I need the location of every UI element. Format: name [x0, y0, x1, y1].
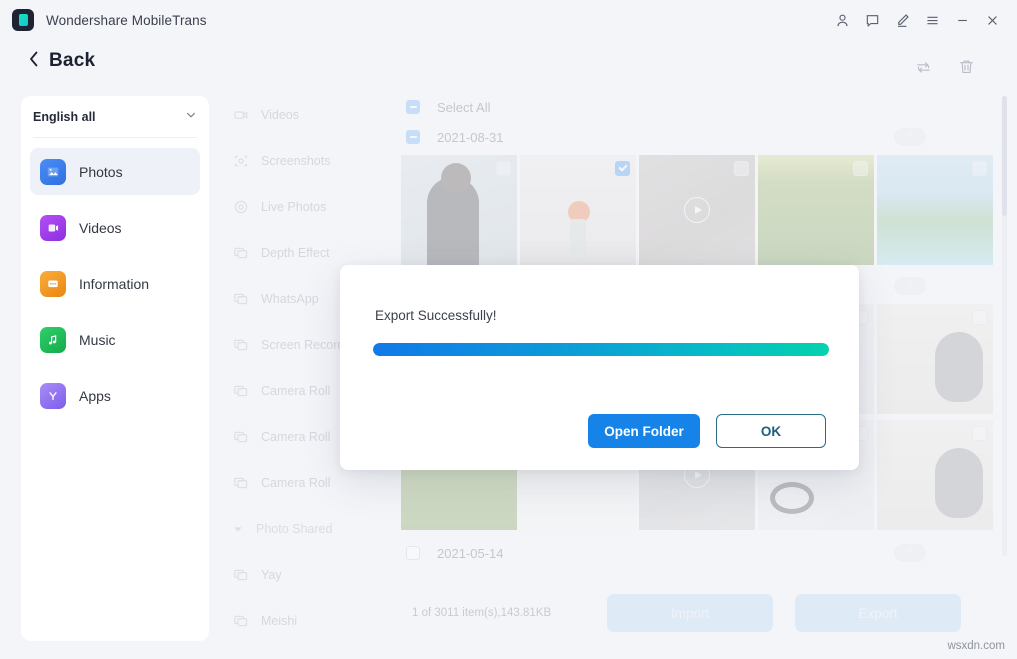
export-success-dialog: Export Successfully! Open Folder OK — [340, 265, 859, 470]
progress-bar-fill — [373, 343, 829, 356]
ok-button[interactable]: OK — [716, 414, 826, 448]
progress-bar — [373, 343, 829, 356]
dialog-actions: Open Folder OK — [588, 414, 826, 448]
open-folder-button[interactable]: Open Folder — [588, 414, 700, 448]
dialog-message: Export Successfully! — [375, 308, 497, 323]
watermark: wsxdn.com — [947, 640, 1005, 652]
application-window: Wondershare MobileTrans — [0, 0, 1017, 659]
